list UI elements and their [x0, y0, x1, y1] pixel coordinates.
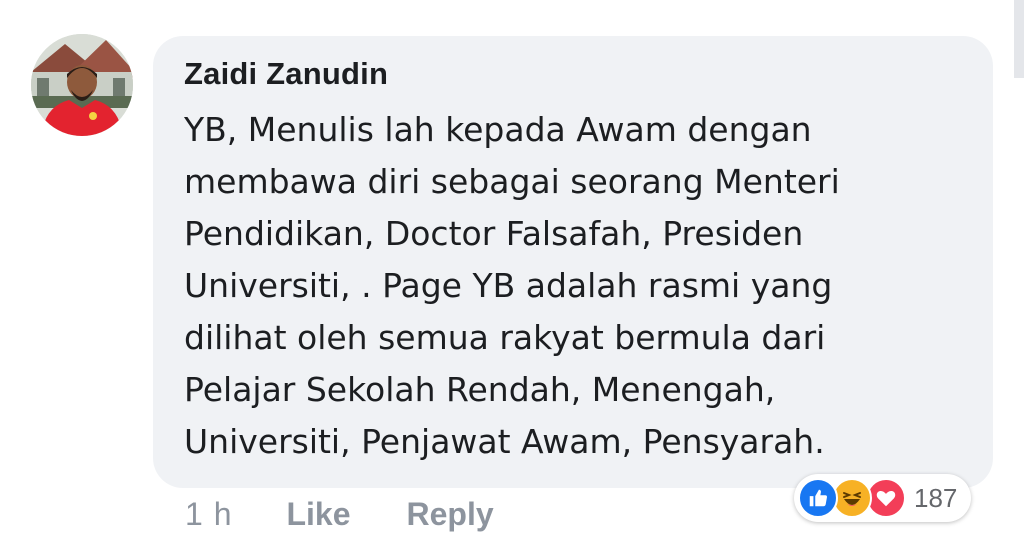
comment-text-line: dilihat oleh semua rakyat bermula dari — [184, 318, 826, 357]
comment-actions: 1 h Like Reply — [185, 492, 550, 536]
comment-text-line: Pelajar Sekolah Rendah, Menengah, — [184, 370, 776, 409]
comment-view: Zaidi Zanudin YB, Menulis lah kepada Awa… — [0, 0, 1024, 558]
like-icon — [798, 478, 838, 518]
comment-author[interactable]: Zaidi Zanudin — [184, 54, 993, 94]
comment-bubble: Zaidi Zanudin YB, Menulis lah kepada Awa… — [153, 36, 993, 488]
comment-timestamp[interactable]: 1 h — [185, 496, 232, 533]
reaction-count: 187 — [914, 482, 958, 513]
comment-text-line: Pendidikan, Doctor Falsafah, Presiden — [184, 214, 804, 253]
love-icon — [866, 478, 906, 518]
avatar-photo — [31, 34, 133, 136]
scrollbar[interactable] — [1014, 0, 1024, 78]
comment-text-line: Universiti, Penjawat Awam, Pensyarah. — [184, 422, 825, 461]
comment-text-line: YB, Menulis lah kepada Awam dengan — [184, 110, 812, 149]
comment-text: YB, Menulis lah kepada Awam dengan memba… — [184, 104, 974, 468]
reactions-summary[interactable]: 187 — [794, 474, 972, 522]
haha-icon — [832, 478, 872, 518]
avatar[interactable] — [31, 34, 133, 136]
comment-text-line: membawa diri sebagai seorang Menteri — [184, 162, 840, 201]
comment-text-line: Universiti, . Page YB adalah rasmi yang — [184, 266, 833, 305]
reply-button[interactable]: Reply — [407, 496, 494, 533]
like-button[interactable]: Like — [286, 496, 350, 533]
